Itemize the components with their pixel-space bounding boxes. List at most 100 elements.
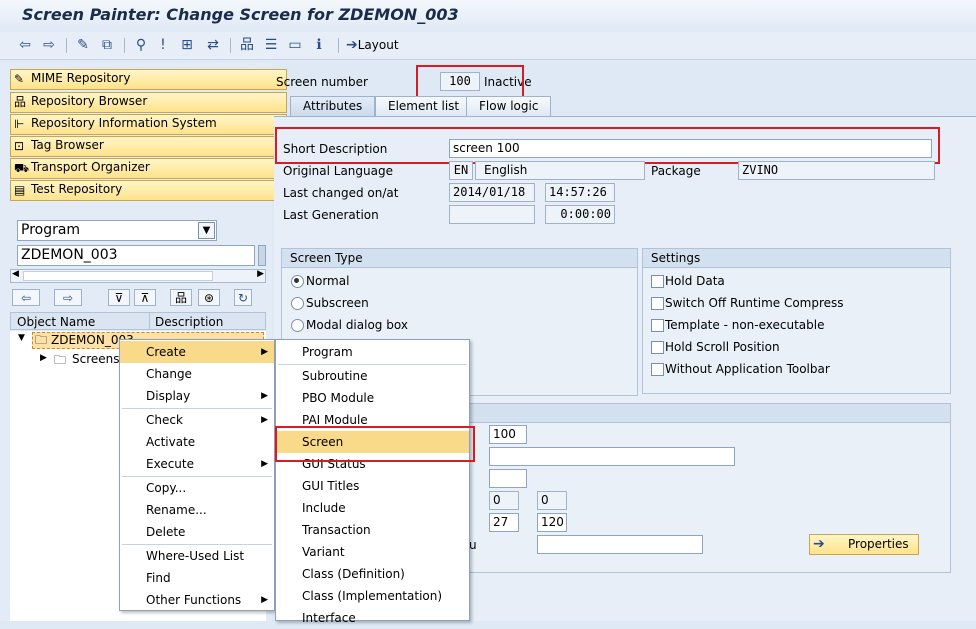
menu-item-other-functions[interactable]: Other Functions ▶ xyxy=(120,589,274,611)
checkbox-runtime-compress[interactable] xyxy=(651,297,664,310)
submenu-item-variant[interactable]: Variant xyxy=(276,541,469,563)
back-arrow-icon[interactable]: ⇦ xyxy=(16,37,34,54)
nav-tag-browser[interactable]: ⊡ Tag Browser xyxy=(10,136,287,157)
test-icon[interactable]: ⊞ xyxy=(178,37,196,54)
submenu-item-interface[interactable]: Interface xyxy=(276,607,469,629)
tree-expand-icon[interactable]: ▼ xyxy=(18,333,25,343)
columns-input[interactable]: 120 xyxy=(537,513,567,532)
next-object-icon[interactable]: ⇨ xyxy=(54,289,82,306)
cursor-position-input[interactable] xyxy=(489,447,735,466)
submenu-item-program[interactable]: Program xyxy=(276,341,469,363)
checkbox-without-toolbar[interactable] xyxy=(651,363,664,376)
radio-modal-label: Modal dialog box xyxy=(306,318,408,332)
info-icon[interactable]: ℹ xyxy=(310,37,328,54)
description-header[interactable]: Description xyxy=(155,315,223,329)
nav-mime-repository[interactable]: ✎ MIME Repository xyxy=(10,69,287,90)
tab-flow-logic[interactable]: Flow logic xyxy=(466,96,552,117)
display-icon[interactable]: ▭ xyxy=(286,37,304,54)
title-bar: Screen Painter: Change Screen for ZDEMON… xyxy=(0,0,976,32)
tab-element-list[interactable]: Element list xyxy=(375,96,473,117)
toolbar-separator xyxy=(124,38,125,53)
hierarchy-icon[interactable]: 品 xyxy=(238,37,256,54)
scroll-thumb[interactable] xyxy=(23,271,213,281)
menu-item-find[interactable]: Find xyxy=(120,567,274,589)
expand-icon[interactable]: ⊽ xyxy=(108,289,130,306)
next-screen-input[interactable]: 100 xyxy=(489,425,527,444)
submenu-item-subroutine[interactable]: Subroutine xyxy=(276,365,469,387)
where-used-icon[interactable]: ⇄ xyxy=(204,37,222,54)
without-toolbar-label: Without Application Toolbar xyxy=(665,362,830,376)
checkbox-hold-data[interactable] xyxy=(651,275,664,288)
submenu-item-pbo-module[interactable]: PBO Module xyxy=(276,387,469,409)
scroll-left-icon[interactable]: ◀ xyxy=(12,269,19,279)
tree-header: Object Name Description xyxy=(10,312,266,330)
object-name-input[interactable]: ZDEMON_003 xyxy=(17,245,255,266)
menu-item-copy[interactable]: Copy... xyxy=(120,477,274,499)
object-list-icon[interactable]: 品 xyxy=(170,289,192,306)
collapse-icon[interactable]: ⊼ xyxy=(134,289,156,306)
last-changed-time: 14:57:26 xyxy=(549,185,607,199)
submenu-item-transaction[interactable]: Transaction xyxy=(276,519,469,541)
previous-object-icon[interactable]: ⇦ xyxy=(12,289,40,306)
other-object-icon[interactable]: ⧉ xyxy=(98,37,116,54)
nav-test-repository[interactable]: ▤ Test Repository xyxy=(10,180,287,201)
activate-icon[interactable]: ǃ xyxy=(156,37,170,54)
check-icon[interactable]: ⚲ xyxy=(132,37,150,54)
nav-transport-organizer[interactable]: ⛟ Transport Organizer xyxy=(10,158,287,179)
submenu-item-gui-titles[interactable]: GUI Titles xyxy=(276,475,469,497)
menu-item-activate[interactable]: Activate xyxy=(120,431,274,453)
submenu-item-class-definition[interactable]: Class (Definition) xyxy=(276,563,469,585)
tree-node-screens[interactable]: Screens xyxy=(72,352,120,366)
submenu-item-include[interactable]: Include xyxy=(276,497,469,519)
menu-item-create[interactable]: Create ▶ xyxy=(120,341,274,363)
menu-item-check[interactable]: Check ▶ xyxy=(120,409,274,431)
forward-arrow-icon[interactable]: ⇨ xyxy=(40,37,58,54)
tree-toolbar: ⇦ ⇨ ⊽ ⊼ 品 ⊛ ↻ xyxy=(10,288,266,308)
stack-icon[interactable]: ☰ xyxy=(262,37,280,54)
hierarchy-icon: ⊩ xyxy=(14,117,25,131)
context-menu-form-input[interactable] xyxy=(537,535,703,554)
submenu-item-class-implementation[interactable]: Class (Implementation) xyxy=(276,585,469,607)
tab-attributes[interactable]: Attributes xyxy=(290,96,376,117)
refresh-icon[interactable]: ↻ xyxy=(234,289,252,306)
menu-item-label: GUI Titles xyxy=(302,479,360,493)
menu-item-display[interactable]: Display ▶ xyxy=(120,385,274,407)
menu-item-label: Copy... xyxy=(146,481,187,495)
scroll-right-icon[interactable]: ▶ xyxy=(257,269,264,279)
checkbox-template[interactable] xyxy=(651,319,664,332)
tab-label: Flow logic xyxy=(479,99,539,113)
layout-button[interactable]: ➔Layout xyxy=(346,37,404,54)
edit-toggle-icon[interactable]: ✎ xyxy=(74,37,92,54)
nav-repository-browser[interactable]: 品 Repository Browser xyxy=(10,92,287,113)
properties-button[interactable]: ➔ Properties xyxy=(809,534,919,555)
display-button[interactable] xyxy=(258,245,266,266)
nav-repository-info-system[interactable]: ⊩ Repository Information System xyxy=(10,114,287,135)
folder-icon: 🗀 xyxy=(54,353,67,367)
menu-item-execute[interactable]: Execute ▶ xyxy=(120,453,274,475)
tree-expand-icon[interactable]: ▶ xyxy=(40,353,47,363)
menu-item-where-used[interactable]: Where-Used List xyxy=(120,545,274,567)
checkbox-hold-scroll[interactable] xyxy=(651,341,664,354)
lines-input[interactable]: 27 xyxy=(489,513,519,532)
settings-icon[interactable]: ⊛ xyxy=(198,289,220,306)
radio-modal-dialog[interactable] xyxy=(291,319,304,332)
menu-item-rename[interactable]: Rename... xyxy=(120,499,274,521)
chevron-down-icon[interactable]: ▼ xyxy=(198,222,215,239)
menu-item-label: Where-Used List xyxy=(146,549,245,563)
language-code-value: EN xyxy=(453,163,469,177)
lines-start-value: 0 xyxy=(493,493,501,507)
menu-item-label: Create xyxy=(146,345,186,359)
layout-label: Layout xyxy=(357,38,399,52)
columns-start-value: 0 xyxy=(541,493,549,507)
radio-normal[interactable] xyxy=(291,275,304,288)
object-type-select[interactable]: Program ▼ xyxy=(17,220,217,241)
horizontal-scrollbar[interactable]: ◀ ▶ xyxy=(10,269,266,283)
menu-item-change[interactable]: Change xyxy=(120,363,274,385)
object-name-header[interactable]: Object Name xyxy=(17,315,95,329)
last-generation-date-field xyxy=(449,205,535,224)
menu-item-delete[interactable]: Delete xyxy=(120,521,274,543)
screen-group-input[interactable] xyxy=(489,469,527,488)
radio-subscreen[interactable] xyxy=(291,297,304,310)
tab-label: Element list xyxy=(388,99,460,113)
menu-item-label: Activate xyxy=(146,435,196,449)
